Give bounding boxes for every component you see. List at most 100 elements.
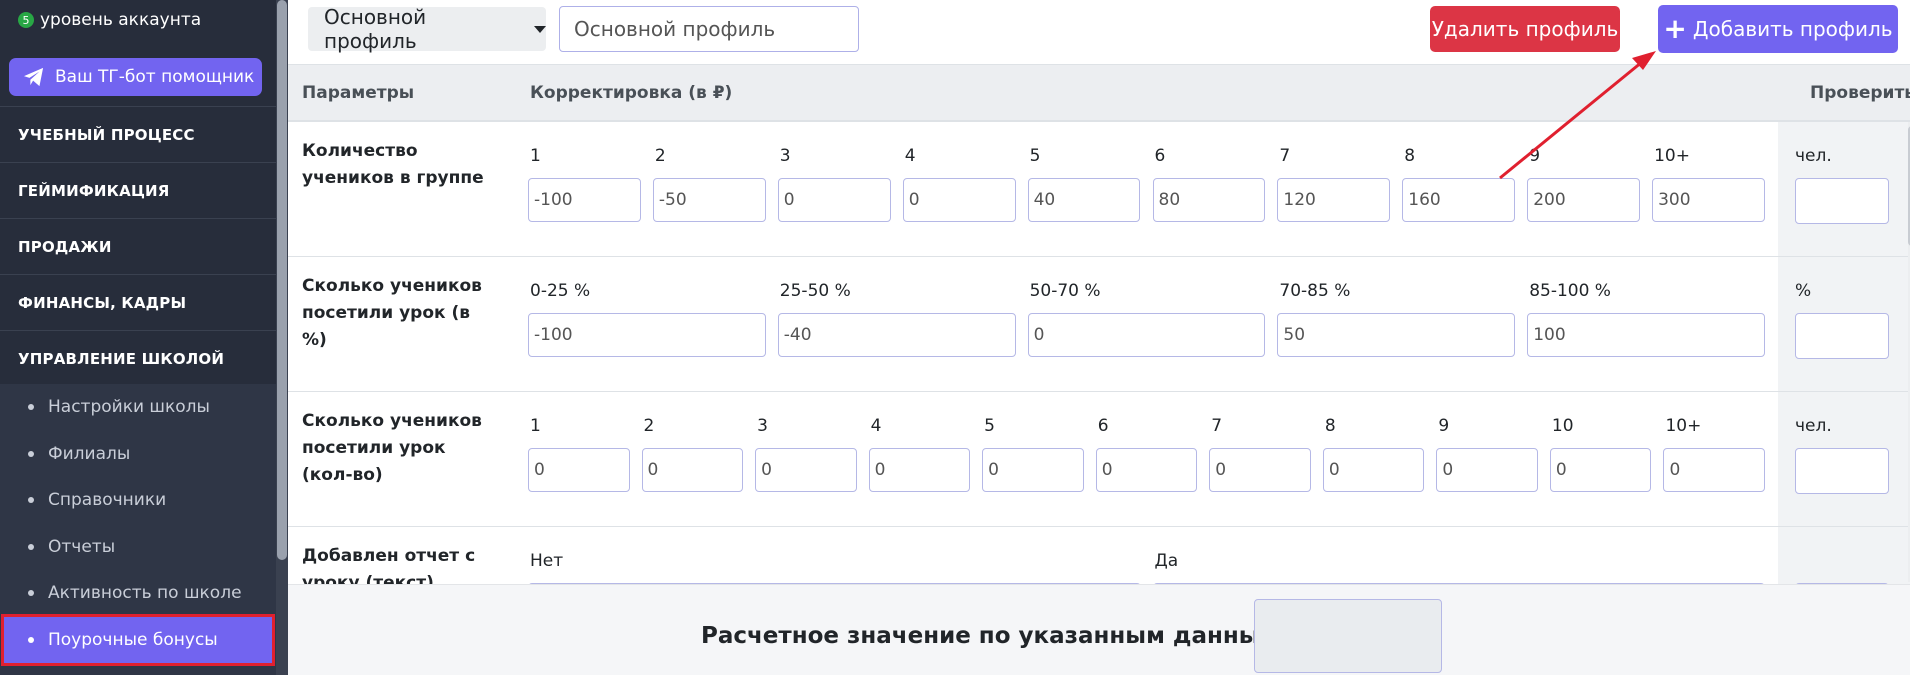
column-label: 9 bbox=[1529, 146, 1541, 166]
delete-profile-button[interactable]: Удалить профиль bbox=[1430, 6, 1620, 52]
correction-input[interactable]: 160 bbox=[1402, 178, 1516, 222]
sidebar-scrollbar-thumb[interactable] bbox=[277, 0, 287, 560]
column-label: 4 bbox=[904, 146, 916, 166]
check-unit-label: % bbox=[1795, 281, 1812, 301]
column-label: 2 bbox=[654, 146, 666, 166]
correction-input[interactable]: 120 bbox=[1277, 178, 1391, 222]
correction-input[interactable]: -50 bbox=[652, 178, 766, 222]
correction-input[interactable]: 0 bbox=[777, 178, 891, 222]
sidebar-scrollbar[interactable] bbox=[276, 0, 288, 675]
sidebar-item-school-activity[interactable]: Активность по школе bbox=[0, 570, 276, 617]
correction-input[interactable]: 50 bbox=[1277, 313, 1516, 357]
correction-input[interactable]: -100 bbox=[528, 178, 641, 222]
table-row: Сколько учеников посетили урок (кол-во) 1… bbox=[288, 392, 1910, 527]
calc-result-box bbox=[1254, 599, 1442, 673]
check-unit-label: чел. bbox=[1795, 416, 1832, 436]
column-label: 6 bbox=[1097, 416, 1109, 436]
sidebar-item-lesson-bonuses[interactable]: Поурочные бонусы bbox=[1, 613, 275, 666]
sidebar-section-sales[interactable]: ПРОДАЖИ bbox=[0, 218, 276, 274]
column-label: 1 bbox=[530, 416, 541, 436]
correction-input[interactable]: 0 bbox=[902, 178, 1016, 222]
account-level-label: уровень аккаунта bbox=[40, 10, 202, 30]
plus-icon: + bbox=[1663, 12, 1687, 45]
sidebar-section-learning[interactable]: УЧЕБНЫЙ ПРОЦЕСС bbox=[0, 106, 276, 162]
sidebar-item-reports[interactable]: Отчеты bbox=[0, 524, 276, 571]
correction-input[interactable]: 0 bbox=[982, 448, 1084, 492]
sidebar: 5 уровень аккаунта Ваш ТГ-бот помощник У… bbox=[0, 0, 288, 675]
column-label: 85-100 % bbox=[1529, 281, 1611, 301]
header-correction: Корректировка (в ₽) bbox=[530, 83, 733, 103]
correction-input[interactable]: 40 bbox=[1027, 178, 1141, 222]
sidebar-section-gamification[interactable]: ГЕЙМИФИКАЦИЯ bbox=[0, 162, 276, 218]
calc-footer: Расчетное значение по указанным данным bbox=[288, 584, 1910, 675]
check-input[interactable] bbox=[1795, 448, 1889, 494]
table-row: Сколько учеников посетили урок (в %) 0-25… bbox=[288, 257, 1910, 392]
column-label: 50-70 % bbox=[1029, 281, 1101, 301]
correction-input[interactable]: 300 bbox=[1652, 178, 1765, 222]
column-label: 5 bbox=[1029, 146, 1041, 166]
sidebar-item-label: Справочники bbox=[48, 490, 167, 511]
correction-input[interactable]: 0 bbox=[755, 448, 857, 492]
bullet-icon bbox=[28, 543, 34, 550]
bullet-icon bbox=[28, 450, 34, 457]
profile-select[interactable]: Основной профиль bbox=[308, 5, 546, 53]
column-label: 70-85 % bbox=[1279, 281, 1351, 301]
profile-name-input[interactable]: Основной профиль bbox=[559, 6, 859, 52]
column-label: Да bbox=[1154, 551, 1179, 571]
tg-bot-label: Ваш ТГ-бот помощник bbox=[55, 67, 255, 87]
column-label: 1 bbox=[530, 146, 541, 166]
bullet-icon bbox=[28, 590, 34, 597]
tg-bot-button[interactable]: Ваш ТГ-бот помощник bbox=[9, 58, 262, 96]
sidebar-item-directories[interactable]: Справочники bbox=[0, 477, 276, 524]
check-input[interactable] bbox=[1795, 313, 1889, 359]
sidebar-section-finance[interactable]: ФИНАНСЫ, КАДРЫ bbox=[0, 274, 276, 330]
sidebar-section-school-management[interactable]: УПРАВЛЕНИЕ ШКОЛОЙ bbox=[0, 330, 276, 386]
bullet-icon bbox=[28, 497, 34, 504]
add-profile-button[interactable]: + Добавить профиль bbox=[1658, 5, 1898, 53]
check-input[interactable] bbox=[1795, 178, 1889, 224]
add-profile-label: Добавить профиль bbox=[1692, 17, 1893, 41]
table-header: Параметры Корректировка (в ₽) Проверить bbox=[288, 64, 1910, 122]
sidebar-item-label: Отчеты bbox=[48, 536, 116, 557]
sidebar-item-branches[interactable]: Филиалы bbox=[0, 431, 276, 478]
account-level[interactable]: 5 уровень аккаунта bbox=[18, 10, 201, 30]
bonus-table: Параметры Корректировка (в ₽) Проверить … bbox=[288, 64, 1910, 584]
check-column bbox=[1778, 527, 1910, 584]
correction-input[interactable]: 80 bbox=[1152, 178, 1266, 222]
correction-input[interactable]: 0 bbox=[1663, 448, 1765, 492]
correction-input[interactable]: 0 bbox=[1549, 448, 1652, 492]
correction-input[interactable]: 100 bbox=[1527, 313, 1765, 357]
header-check: Проверить bbox=[1810, 83, 1910, 103]
correction-input[interactable]: 0 bbox=[1095, 448, 1198, 492]
profile-select-value: Основной профиль bbox=[324, 5, 427, 53]
correction-input[interactable]: 0 bbox=[1209, 448, 1311, 492]
telegram-icon bbox=[24, 67, 44, 87]
table-row: Добавлен отчет с уроку (текст) Нет Да bbox=[288, 527, 1910, 584]
correction-input[interactable]: 0 bbox=[641, 448, 744, 492]
header-params: Параметры bbox=[302, 83, 415, 103]
correction-input[interactable]: 0 bbox=[868, 448, 971, 492]
sidebar-sections: УЧЕБНЫЙ ПРОЦЕСС ГЕЙМИФИКАЦИЯ ПРОДАЖИ ФИН… bbox=[0, 106, 276, 386]
correction-input[interactable]: 200 bbox=[1527, 178, 1641, 222]
row-label: Количество учеников в группе bbox=[302, 141, 484, 188]
correction-input[interactable]: 0 bbox=[1436, 448, 1538, 492]
sidebar-item-school-settings[interactable]: Настройки школы bbox=[0, 384, 276, 431]
toolbar: Основной профиль Основной профиль Удалит… bbox=[288, 0, 1910, 64]
column-label: 4 bbox=[870, 416, 882, 436]
app-root: 5 уровень аккаунта Ваш ТГ-бот помощник У… bbox=[0, 0, 1910, 675]
column-label: 3 bbox=[757, 416, 768, 436]
sidebar-item-label: Филиалы bbox=[48, 443, 131, 464]
column-label: 3 bbox=[779, 146, 791, 166]
correction-input[interactable]: 0 bbox=[1027, 313, 1266, 357]
bullet-icon bbox=[28, 636, 34, 643]
column-label: 2 bbox=[643, 416, 655, 436]
sidebar-item-label: Активность по школе bbox=[48, 583, 242, 604]
correction-input[interactable]: 0 bbox=[528, 448, 630, 492]
sidebar-item-label: Настройки школы bbox=[48, 397, 210, 418]
column-label: 8 bbox=[1324, 416, 1336, 436]
row-label: Сколько учеников посетили урок (в %) bbox=[302, 276, 482, 350]
correction-input[interactable]: -100 bbox=[528, 313, 766, 357]
correction-input[interactable]: -40 bbox=[777, 313, 1016, 357]
correction-input[interactable]: 0 bbox=[1322, 448, 1425, 492]
column-label: 7 bbox=[1211, 416, 1223, 436]
